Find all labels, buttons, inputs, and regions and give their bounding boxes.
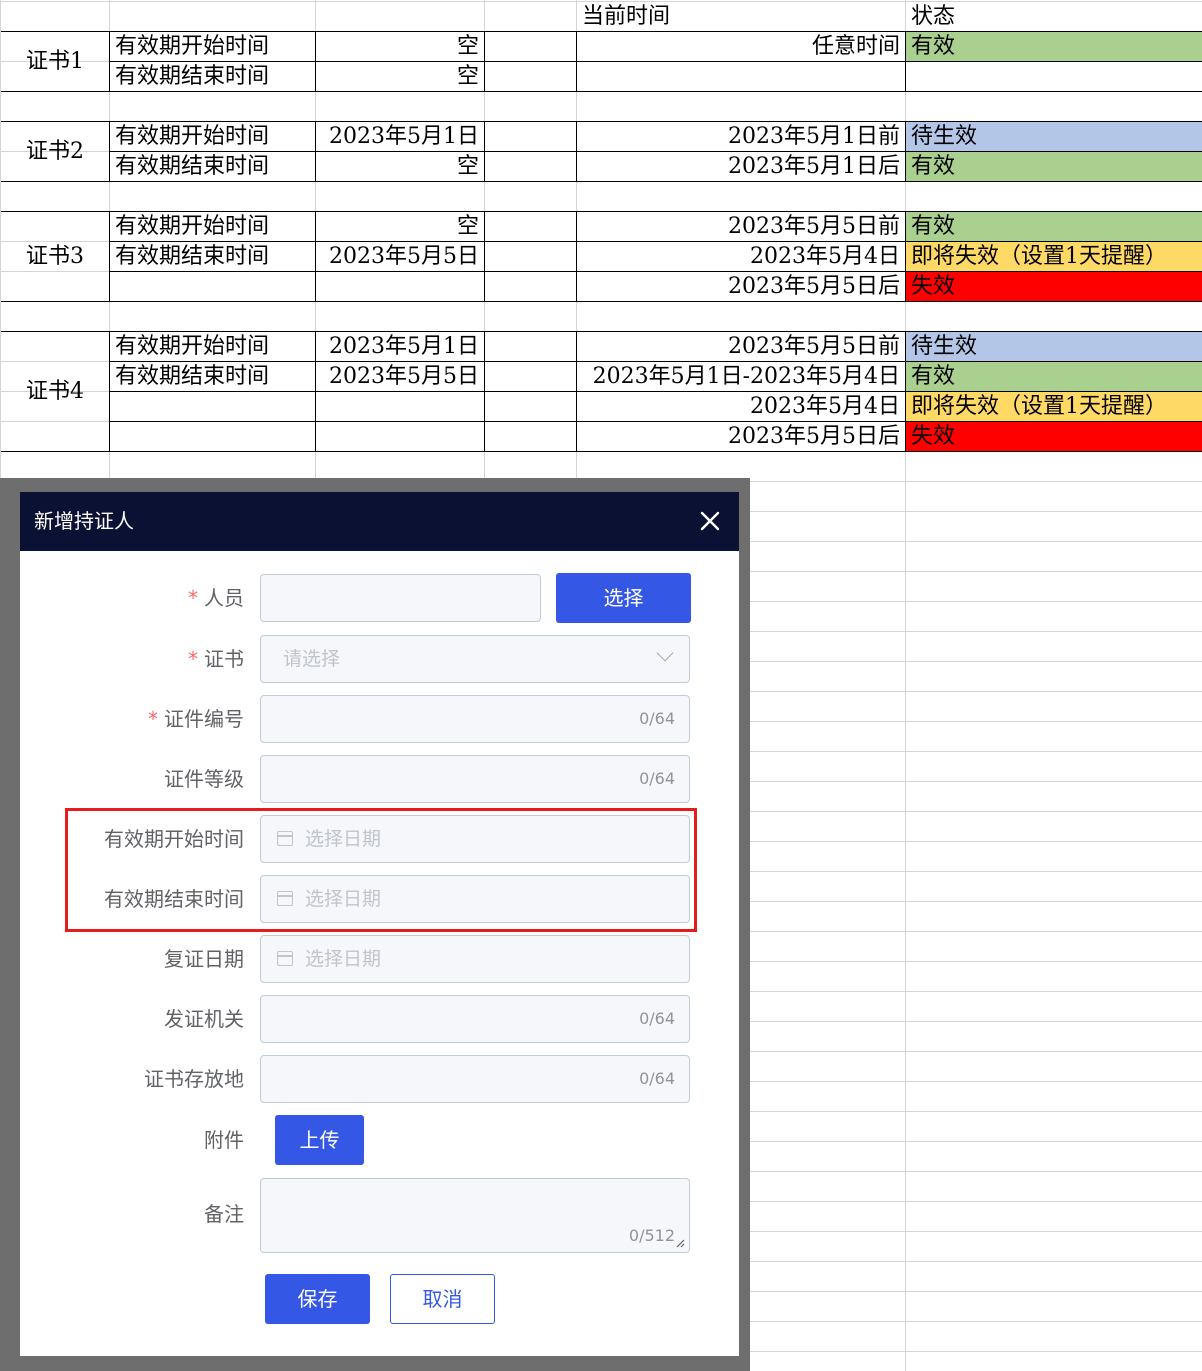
cert-name: 证书2 xyxy=(26,139,84,164)
start-label: 有效期开始时间 xyxy=(115,214,270,239)
end-label: 有效期结束时间 xyxy=(115,244,270,269)
time-cell: 2023年5月5日后 xyxy=(728,274,900,299)
end-label: 有效期结束时间 xyxy=(115,364,270,389)
time-cell: 2023年5月5日前 xyxy=(728,334,900,359)
time-cell: 2023年5月4日 xyxy=(750,244,900,269)
end-label: 有效期结束时间 xyxy=(115,154,270,179)
char-counter: 0/64 xyxy=(639,1009,675,1028)
header-status: 状态 xyxy=(911,4,956,29)
char-counter: 0/512 xyxy=(628,1226,675,1245)
certificate-placeholder: 请选择 xyxy=(283,648,341,670)
cert-level-label: 证件等级 xyxy=(164,767,244,791)
start-value: 2023年5月1日 xyxy=(329,334,479,359)
chevron-down-icon xyxy=(656,644,674,662)
start-value: 空 xyxy=(456,34,479,59)
header-current-time: 当前时间 xyxy=(582,4,671,29)
start-value: 空 xyxy=(456,214,479,239)
time-cell: 2023年5月1日后 xyxy=(728,154,900,179)
end-value: 空 xyxy=(456,64,479,89)
dialog-header: 新增持证人 xyxy=(20,492,739,551)
issuer-label: 发证机关 xyxy=(164,1007,244,1031)
status-cell: 失效 xyxy=(906,272,1202,302)
char-counter: 0/64 xyxy=(639,769,675,788)
time-cell: 任意时间 xyxy=(811,34,900,59)
certificate-label: * 证书 xyxy=(188,647,244,671)
certificate-select[interactable]: 请选择 xyxy=(260,635,690,683)
attachment-label: 附件 xyxy=(204,1128,244,1152)
upload-button[interactable]: 上传 xyxy=(275,1115,364,1165)
time-cell: 2023年5月1日-2023年5月4日 xyxy=(592,364,900,389)
cert-number-label: * 证件编号 xyxy=(148,707,244,731)
time-cell: 2023年5月4日 xyxy=(750,394,900,419)
storage-input[interactable]: 0/64 xyxy=(260,1055,690,1103)
review-date-label: 复证日期 xyxy=(164,947,244,971)
save-button[interactable]: 保存 xyxy=(265,1274,370,1324)
remark-label: 备注 xyxy=(204,1202,244,1226)
person-label: * 人员 xyxy=(188,586,244,610)
end-value: 2023年5月5日 xyxy=(329,244,479,269)
time-cell: 2023年5月1日前 xyxy=(728,124,900,149)
cert-name: 证书1 xyxy=(26,49,84,74)
cert-name: 证书4 xyxy=(26,379,84,404)
end-value: 空 xyxy=(456,154,479,179)
status-cell: 待生效 xyxy=(906,332,1202,362)
cancel-button[interactable]: 取消 xyxy=(390,1274,495,1324)
cert-level-input[interactable]: 0/64 xyxy=(260,755,690,803)
calendar-icon xyxy=(277,951,293,966)
start-label: 有效期开始时间 xyxy=(115,34,270,59)
close-icon[interactable] xyxy=(695,506,725,536)
date-placeholder: 选择日期 xyxy=(305,948,382,970)
end-label: 有效期结束时间 xyxy=(115,64,270,89)
resize-handle-icon[interactable] xyxy=(675,1238,685,1248)
end-value: 2023年5月5日 xyxy=(329,364,479,389)
status-cell: 失效 xyxy=(906,422,1202,452)
status-cell: 待生效 xyxy=(906,122,1202,152)
time-cell: 2023年5月5日后 xyxy=(728,424,900,449)
cert-name: 证书3 xyxy=(26,244,84,269)
select-person-button[interactable]: 选择 xyxy=(556,573,691,623)
person-input[interactable] xyxy=(260,574,541,622)
char-counter: 0/64 xyxy=(639,1069,675,1088)
status-cell: 即将失效（设置1天提醒） xyxy=(906,392,1202,422)
review-date-picker[interactable]: 选择日期 xyxy=(260,935,690,983)
dialog-title: 新增持证人 xyxy=(34,509,134,533)
time-cell: 2023年5月5日前 xyxy=(728,214,900,239)
add-holder-dialog: 新增持证人 * 人员 选择 * 证书 请选择 * 证件编号 0/64 证件等级 0/6… xyxy=(20,492,739,1356)
char-counter: 0/64 xyxy=(639,709,675,728)
status-cell: 有效 xyxy=(906,152,1202,182)
start-label: 有效期开始时间 xyxy=(115,124,270,149)
cert-number-input[interactable]: 0/64 xyxy=(260,695,690,743)
status-cell: 即将失效（设置1天提醒） xyxy=(906,242,1202,272)
status-cell: 有效 xyxy=(906,362,1202,392)
start-label: 有效期开始时间 xyxy=(115,334,270,359)
start-value: 2023年5月1日 xyxy=(329,124,479,149)
remark-textarea[interactable]: 0/512 xyxy=(260,1178,690,1253)
issuer-input[interactable]: 0/64 xyxy=(260,995,690,1043)
storage-label: 证书存放地 xyxy=(144,1067,244,1091)
highlight-box xyxy=(65,808,697,932)
status-cell: 有效 xyxy=(906,32,1202,62)
status-cell: 有效 xyxy=(906,212,1202,242)
